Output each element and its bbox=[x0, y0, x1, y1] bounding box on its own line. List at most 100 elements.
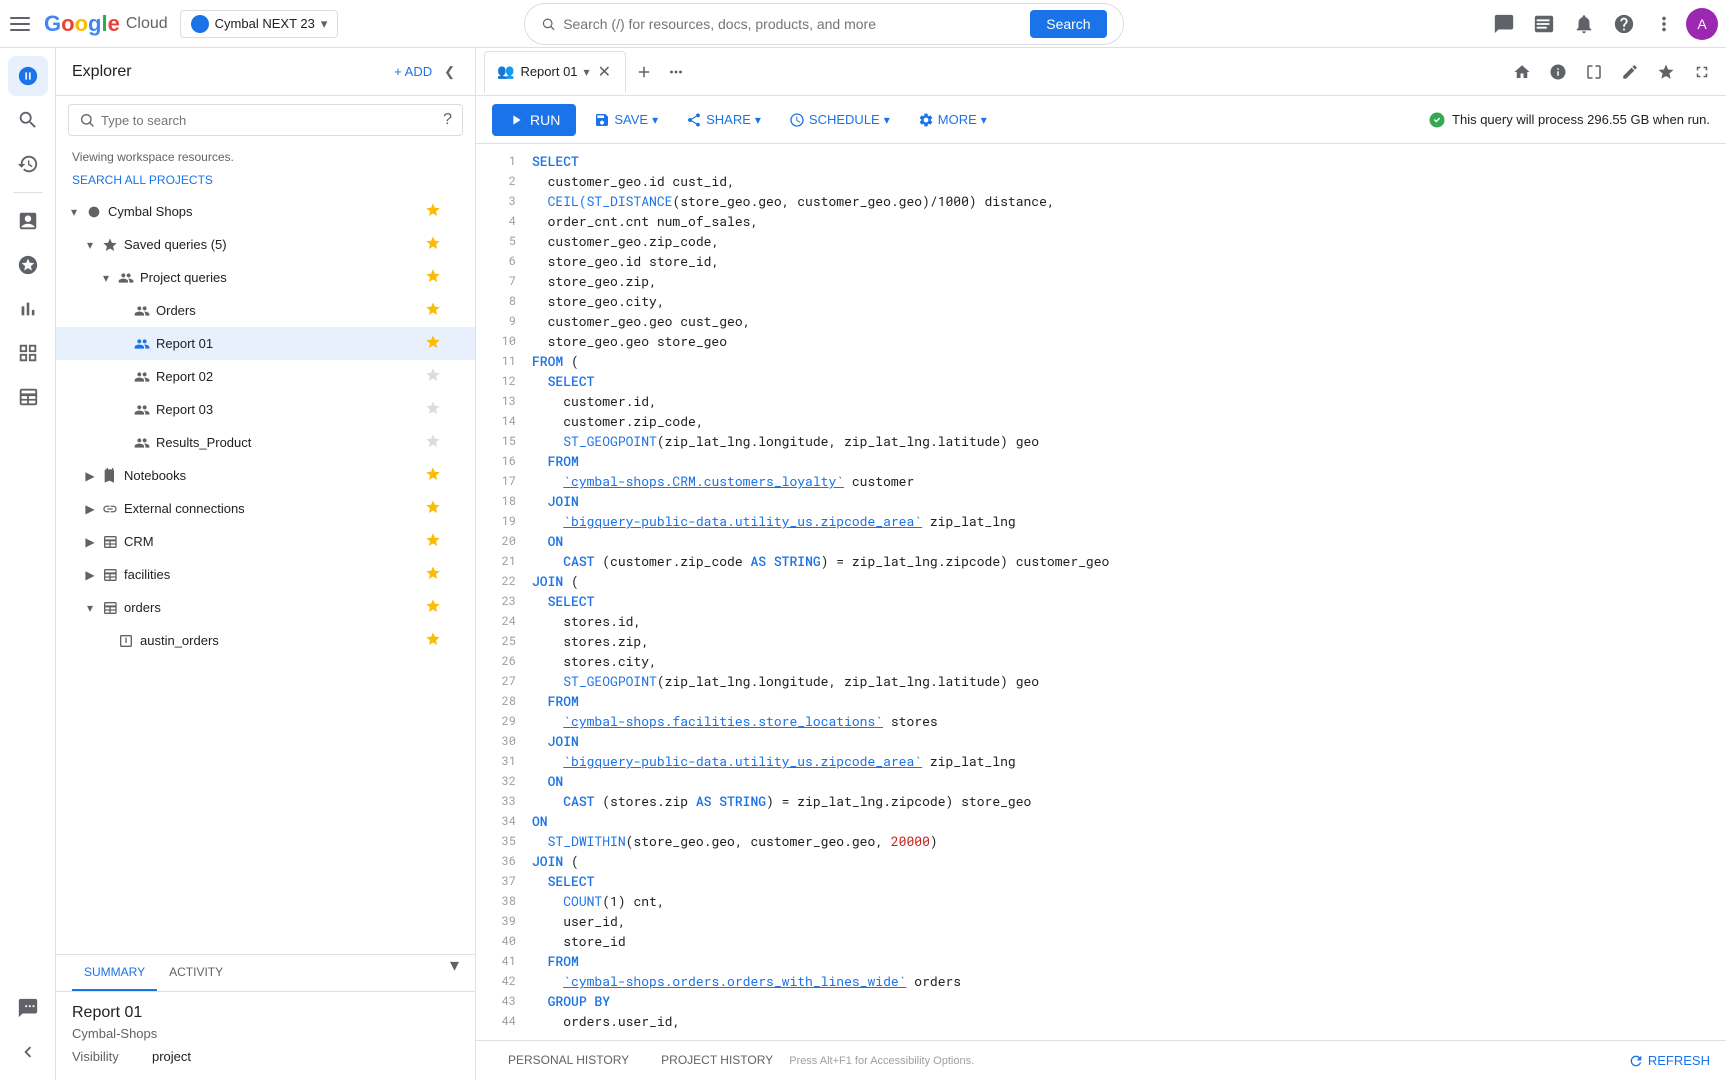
tree-item-orders-db[interactable]: ▾ orders ⋮ bbox=[56, 591, 475, 624]
tree-toggle-project-queries[interactable]: ▾ bbox=[96, 268, 116, 288]
tree-item-report-02[interactable]: Report 02 ⋮ bbox=[56, 360, 475, 393]
code-line-20[interactable]: 20 ON bbox=[476, 532, 1726, 552]
collapse-rail-icon[interactable] bbox=[8, 1032, 48, 1072]
tree-item-project-queries[interactable]: ▾ Project queries ⋮ bbox=[56, 261, 475, 294]
run-button[interactable]: RUN bbox=[492, 104, 576, 136]
summary-tab[interactable]: SUMMARY bbox=[72, 955, 157, 991]
personal-history-tab[interactable]: PERSONAL HISTORY bbox=[492, 1045, 645, 1077]
tree-item-results-product[interactable]: Results_Product ⋮ bbox=[56, 426, 475, 459]
project-selector[interactable]: Cymbal NEXT 23 ▾ bbox=[180, 10, 339, 38]
star-icon-external-connections[interactable] bbox=[425, 499, 441, 518]
code-line-38[interactable]: 38 COUNT(1) cnt, bbox=[476, 892, 1726, 912]
code-line-19[interactable]: 19 `bigquery-public-data.utility_us.zipc… bbox=[476, 512, 1726, 532]
code-line-24[interactable]: 24 stores.id, bbox=[476, 612, 1726, 632]
code-line-17[interactable]: 17 `cymbal-shops.CRM.customers_loyalty` … bbox=[476, 472, 1726, 492]
schedule-button[interactable]: SCHEDULE ▾ bbox=[779, 106, 900, 134]
code-line-42[interactable]: 42 `cymbal-shops.orders.orders_with_line… bbox=[476, 972, 1726, 992]
tab-dropdown-icon[interactable]: ▾ bbox=[584, 65, 590, 79]
tree-toggle-report-01[interactable] bbox=[112, 334, 132, 354]
code-line-15[interactable]: 15 ST_GEOGPOINT(zip_lat_lng.longitude, z… bbox=[476, 432, 1726, 452]
grid-rail-icon[interactable] bbox=[8, 333, 48, 373]
cloud-shell-icon[interactable] bbox=[1526, 6, 1562, 42]
help-icon[interactable] bbox=[1606, 6, 1642, 42]
tree-toggle-report-03[interactable] bbox=[112, 400, 132, 420]
save-button[interactable]: SAVE ▾ bbox=[584, 106, 668, 134]
code-line-30[interactable]: 30 JOIN bbox=[476, 732, 1726, 752]
tab-more-button[interactable] bbox=[662, 58, 690, 86]
tree-toggle-results-product[interactable] bbox=[112, 433, 132, 453]
search-all-projects-link[interactable]: SEARCH ALL PROJECTS bbox=[72, 173, 213, 187]
history-rail-icon[interactable] bbox=[8, 144, 48, 184]
search-rail-icon[interactable] bbox=[8, 100, 48, 140]
tree-item-crm[interactable]: ▶ CRM ⋮ bbox=[56, 525, 475, 558]
code-line-8[interactable]: 8 store_geo.city, bbox=[476, 292, 1726, 312]
star-icon-saved-queries[interactable] bbox=[425, 235, 441, 254]
tree-item-austin-orders[interactable]: austin_orders ⋮ bbox=[56, 624, 475, 657]
code-line-2[interactable]: 2 customer_geo.id cust_id, bbox=[476, 172, 1726, 192]
edit-icon[interactable] bbox=[1614, 56, 1646, 88]
star-icon-results-product[interactable] bbox=[425, 433, 441, 452]
code-line-22[interactable]: 22JOIN ( bbox=[476, 572, 1726, 592]
tree-toggle-cymbal-shops[interactable]: ▾ bbox=[64, 202, 84, 222]
code-line-4[interactable]: 4 order_cnt.cnt num_of_sales, bbox=[476, 212, 1726, 232]
info-chevron[interactable]: ▾ bbox=[450, 955, 459, 991]
code-line-14[interactable]: 14 customer.zip_code, bbox=[476, 412, 1726, 432]
code-line-44[interactable]: 44 orders.user_id, bbox=[476, 1012, 1726, 1032]
code-line-40[interactable]: 40 store_id bbox=[476, 932, 1726, 952]
tab-close-button[interactable]: ✕ bbox=[596, 60, 613, 84]
notifications-icon[interactable] bbox=[1566, 6, 1602, 42]
code-line-6[interactable]: 6 store_geo.id store_id, bbox=[476, 252, 1726, 272]
code-line-41[interactable]: 41 FROM bbox=[476, 952, 1726, 972]
fullscreen-icon[interactable] bbox=[1686, 56, 1718, 88]
tree-toggle-saved-queries[interactable]: ▾ bbox=[80, 235, 100, 255]
star-icon-cymbal-shops[interactable] bbox=[425, 202, 441, 221]
star-icon-crm[interactable] bbox=[425, 532, 441, 551]
tree-toggle-austin-orders[interactable] bbox=[96, 631, 116, 651]
tree-item-notebooks[interactable]: ▶ Notebooks ⋮ bbox=[56, 459, 475, 492]
star-icon-facilities[interactable] bbox=[425, 565, 441, 584]
info-icon[interactable] bbox=[1542, 56, 1574, 88]
activity-tab[interactable]: ACTIVITY bbox=[157, 955, 235, 991]
star-icon-notebooks[interactable] bbox=[425, 466, 441, 485]
tree-toggle-orders[interactable] bbox=[112, 301, 132, 321]
tree-toggle-facilities[interactable]: ▶ bbox=[80, 565, 100, 585]
more-options-icon[interactable] bbox=[1646, 6, 1682, 42]
code-line-39[interactable]: 39 user_id, bbox=[476, 912, 1726, 932]
code-line-9[interactable]: 9 customer_geo.geo cust_geo, bbox=[476, 312, 1726, 332]
star-rail-icon[interactable] bbox=[8, 245, 48, 285]
code-line-33[interactable]: 33 CAST (stores.zip AS STRING) = zip_lat… bbox=[476, 792, 1726, 812]
code-line-34[interactable]: 34ON bbox=[476, 812, 1726, 832]
search-all-projects[interactable]: SEARCH ALL PROJECTS bbox=[56, 170, 475, 195]
hamburger-icon[interactable] bbox=[8, 12, 32, 36]
global-search-bar[interactable]: Search bbox=[524, 3, 1124, 45]
code-line-26[interactable]: 26 stores.city, bbox=[476, 652, 1726, 672]
tree-item-external-connections[interactable]: ▶ External connections ⋮ bbox=[56, 492, 475, 525]
star-icon-report-02[interactable] bbox=[425, 367, 441, 386]
share-button[interactable]: SHARE ▾ bbox=[676, 106, 771, 134]
tree-toggle-external-connections[interactable]: ▶ bbox=[80, 499, 100, 519]
analytics-rail-icon[interactable] bbox=[8, 201, 48, 241]
tree-item-report-03[interactable]: Report 03 ⋮ bbox=[56, 393, 475, 426]
tree-toggle-crm[interactable]: ▶ bbox=[80, 532, 100, 552]
refresh-button[interactable]: REFRESH bbox=[1628, 1053, 1710, 1069]
code-line-28[interactable]: 28 FROM bbox=[476, 692, 1726, 712]
bigquery-icon[interactable] bbox=[8, 56, 48, 96]
code-line-18[interactable]: 18 JOIN bbox=[476, 492, 1726, 512]
search-button[interactable]: Search bbox=[1030, 10, 1106, 38]
home-icon[interactable] bbox=[1506, 56, 1538, 88]
code-line-29[interactable]: 29 `cymbal-shops.facilities.store_locati… bbox=[476, 712, 1726, 732]
tree-item-report-01[interactable]: Report 01 ⋮ bbox=[56, 327, 475, 360]
feedback-rail-icon[interactable] bbox=[8, 988, 48, 1028]
project-history-tab[interactable]: PROJECT HISTORY bbox=[645, 1045, 789, 1077]
code-line-27[interactable]: 27 ST_GEOGPOINT(zip_lat_lng.longitude, z… bbox=[476, 672, 1726, 692]
explorer-search-input[interactable] bbox=[101, 113, 437, 128]
code-line-37[interactable]: 37 SELECT bbox=[476, 872, 1726, 892]
help-icon[interactable]: ? bbox=[443, 111, 452, 129]
report-01-tab[interactable]: 👥 Report 01 ▾ ✕ bbox=[484, 51, 626, 93]
global-search-input[interactable] bbox=[563, 16, 1022, 32]
tree-toggle-orders-db[interactable]: ▾ bbox=[80, 598, 100, 618]
code-line-1[interactable]: 1SELECT bbox=[476, 152, 1726, 172]
tree-item-orders[interactable]: Orders ⋮ bbox=[56, 294, 475, 327]
star-icon-orders-db[interactable] bbox=[425, 598, 441, 617]
tree-item-cymbal-shops[interactable]: ▾ Cymbal Shops ⋮ bbox=[56, 195, 475, 228]
